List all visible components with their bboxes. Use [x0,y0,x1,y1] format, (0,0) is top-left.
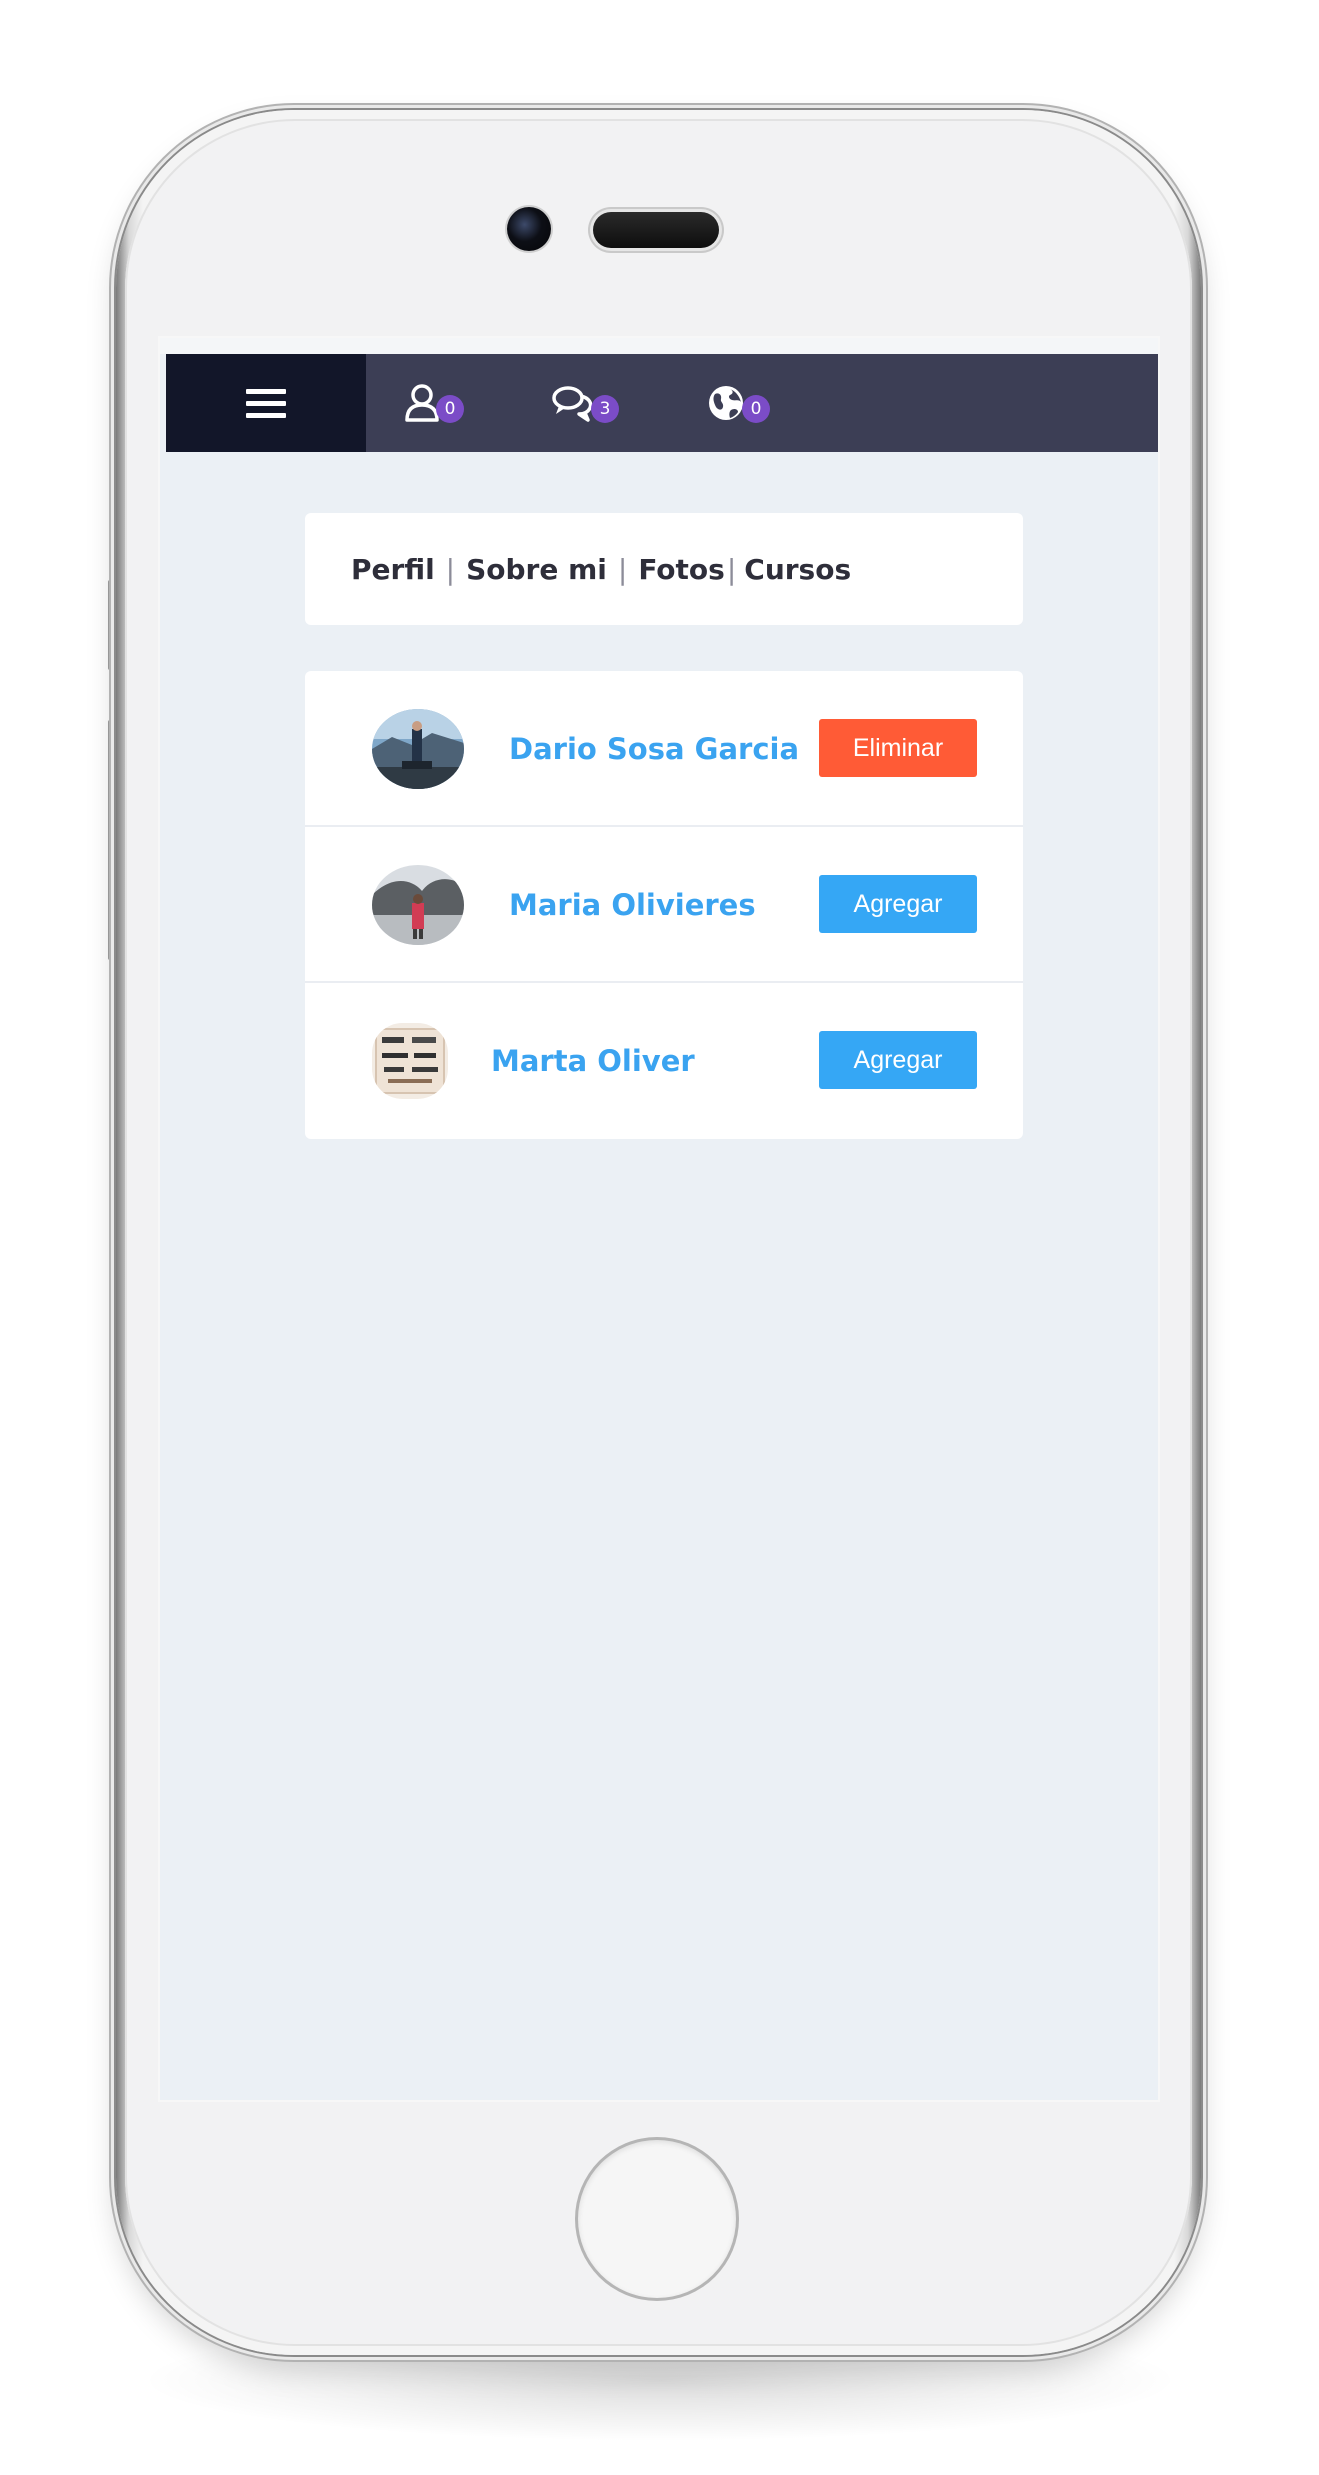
list-item: Dario Sosa Garcia Eliminar [305,671,1023,827]
avatar[interactable] [372,1023,448,1099]
front-camera [507,207,551,251]
menu-toggle-button[interactable] [166,354,366,452]
globe-icon [706,383,746,423]
phone-mute-switch [108,580,113,670]
nav-separator: | [726,552,737,586]
friend-name-link[interactable]: Maria Olivieres [509,885,756,925]
phone-volume-buttons [108,720,113,960]
nav-link-cursos[interactable]: Cursos [744,553,851,586]
messages-button[interactable]: 3 [551,380,619,426]
earpiece-speaker [593,212,719,248]
friend-name-link[interactable]: Marta Oliver [491,1041,695,1081]
avatar[interactable] [372,709,464,789]
phone-power-button [1202,575,1207,965]
avatar[interactable] [372,865,464,945]
friends-list: Dario Sosa Garcia Eliminar Maria Olivier… [305,671,1023,1139]
mockup-stage: 0 3 0 Perfil | Sobre mi | Fotos | Cursos… [0,0,1319,2475]
home-button[interactable] [578,2140,736,2298]
messages-badge: 3 [591,395,619,423]
profile-nav-card: Perfil | Sobre mi | Fotos | Cursos [305,513,1023,625]
nav-link-perfil[interactable]: Perfil [351,553,435,586]
remove-friend-button[interactable]: Eliminar [819,719,977,777]
comments-icon [551,383,595,423]
nav-separator: | [617,552,628,586]
add-friend-button[interactable]: Agregar [819,875,977,933]
list-item: Maria Olivieres Agregar [305,827,1023,983]
top-navbar: 0 3 0 [166,354,1158,452]
friend-requests-button[interactable]: 0 [404,380,464,426]
hamburger-icon [246,388,286,418]
nav-link-fotos[interactable]: Fotos [638,553,725,586]
nav-link-sobre-mi[interactable]: Sobre mi [466,553,607,586]
notifications-badge: 0 [742,395,770,423]
notifications-button[interactable]: 0 [706,380,770,426]
status-strip [160,338,1158,354]
list-item: Marta Oliver Agregar [305,983,1023,1139]
friend-requests-badge: 0 [436,395,464,423]
user-icon [404,383,440,423]
friend-name-link[interactable]: Dario Sosa Garcia [509,729,799,769]
phone-screen: 0 3 0 Perfil | Sobre mi | Fotos | Cursos… [160,338,1158,2100]
nav-separator: | [445,552,456,586]
add-friend-button[interactable]: Agregar [819,1031,977,1089]
